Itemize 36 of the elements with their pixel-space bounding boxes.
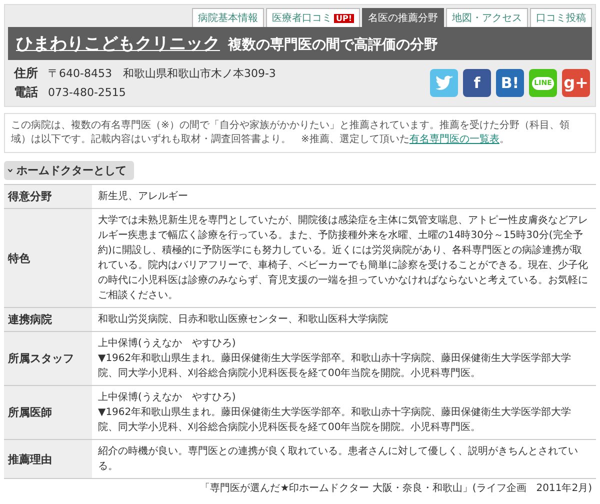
contact-value: 073-480-2515 [48,85,126,101]
row-value: ▼1962年和歌山県生まれ。藤田保健衛生大学医学部卒。和歌山赤十字病院、藤田保健衛生大学医学部大学院、同大学小児科、刈谷総合病院小児科医長を経て00年当院を開院。小児科専門医。 [98,406,572,435]
row-value: 新生児、アレルギー [98,190,189,204]
contact-label: 住所 [14,65,38,82]
nav-tab[interactable]: 病院基本情報 [192,8,264,27]
clinic-name-link[interactable]: ひまわりこどもクリニック [16,32,220,55]
row-label: 連携病院 [4,308,92,331]
row-value: 上中保博(うえなか やすひろ) [98,336,237,351]
share-button[interactable]: B! [496,69,524,97]
share-button[interactable]: g+ [562,69,590,97]
nav-tab[interactable]: 名医の推薦分野 [362,8,444,27]
up-badge: UP! [334,14,354,22]
row-value: 紹介の時機が良い。専門医との連携が良く取れている。患者さんに対して優しく、説明がきちんとされている。 [98,444,579,474]
row-label: 所属スタッフ [4,332,92,385]
row-label: 得意分野 [4,185,92,208]
row-label: 特色 [4,209,92,307]
row-value: 上中保博(うえなか やすひろ) [98,390,237,405]
notice-text: この病院は、複数の有名専門医（※）の間で「自分や家族がかかりたい」と推薦されています。推薦を受けた分野（科目、領域）は以下です。記載内容はいずれも取材・調査回答書より。 ※推薦、選定して頂いた有名専門医の一覧表。 [4,113,596,153]
section-header[interactable]: › ホームドクターとして [4,161,134,180]
share-button[interactable]: f [463,69,491,97]
subtitle: 複数の専門医の間で高評価の分野 [228,36,438,54]
section-title: ホームドクターとして [16,163,127,178]
share-button[interactable] [430,69,458,97]
nav-tab[interactable]: 医療者口コミ UP! [266,8,360,27]
row-value: 大学では未熟児新生児を専門としていたが、開院後は感染症を主体に気管支喘息、アトピー性皮膚炎などアレルギー疾患まで幅広く診療を行っている。また、予防接種外来を水曜、土曜の14時30分～15時30分(完全予約)に開設し、積極的に予防医学にも努力している。近くには労災病院があり、各科専門医との病診連携が取れている。院内はバリアフリーで、車椅子、ベビーカーでも簡単に診察を受けることができる。現在、少子化の時代に小児科医は診療のみならず、育児支援の一端を担っていかなければならないと考えている。お気軽にご相談ください。 [98,214,588,303]
row-label: 所属医師 [4,386,92,439]
specialist-list-link[interactable]: 有名専門医の一覧表 [409,134,500,145]
contact-label: 電話 [14,84,38,101]
row-value: ▼1962年和歌山県生まれ。藤田保健衛生大学医学部卒。和歌山赤十字病院、藤田保健衛生大学医学部大学院、同大学小児科、刈谷総合病院小児科医長を経て00年当院を開院。小児科専門医。 [98,352,572,381]
source-citation: 「専門医が選んだ★印ホームドクター 大阪・奈良・和歌山」(ライフ企画 2011年2月) [199,482,593,495]
nav-tab[interactable]: 口コミ投稿 [530,8,592,27]
contact-value: 〒640-8453 和歌山県和歌山市木ノ本309-3 [48,66,276,82]
nav-tab[interactable]: 地図・アクセス [446,8,528,27]
row-value: 和歌山労災病院、日赤和歌山医療センター、和歌山医科大学病院 [98,312,389,327]
row-label: 推薦理由 [4,440,92,478]
caret-icon: › [4,168,17,173]
